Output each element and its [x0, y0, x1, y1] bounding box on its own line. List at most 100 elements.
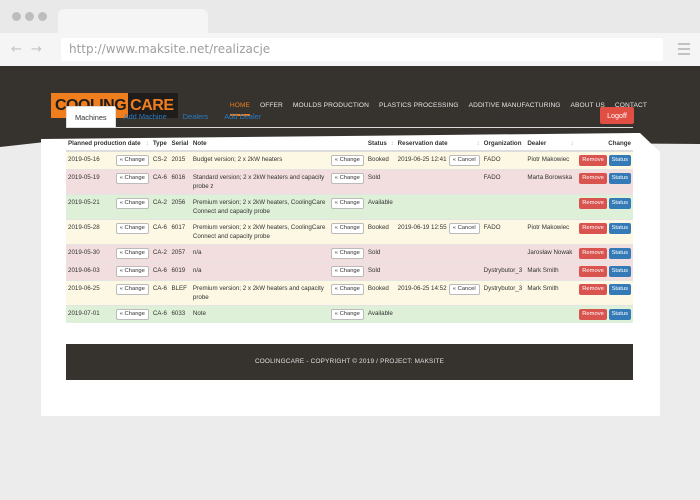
col-dealer[interactable]: Dealer ↕ [525, 137, 576, 152]
col-reservation-date[interactable]: Reservation date ↕ [395, 137, 482, 152]
cell-note: « Change Standard version; 2 x 2kW heater… [190, 169, 366, 195]
status-button[interactable]: Status [608, 173, 631, 184]
cell-status: Sold [365, 169, 396, 195]
col-serial[interactable]: Serial [169, 137, 191, 152]
browser-toolbar: ← → http://www.maksite.net/realizacje [0, 33, 700, 66]
cell-reservation: 2019-06-19 12:55 « Cancel [395, 219, 482, 245]
cell-type: CA-6 [150, 280, 170, 306]
change-note-button[interactable]: « Change [330, 173, 364, 184]
cancel-reservation-button[interactable]: « Cancel [448, 155, 480, 166]
cell-organization: FADO [481, 150, 526, 170]
remove-button[interactable]: Remove [579, 309, 607, 320]
cell-note: « Change n/a [190, 244, 366, 263]
menu-icon[interactable] [678, 43, 690, 58]
cell-dealer: Jarosław Nowak [525, 244, 576, 263]
cell-serial: 2015 [169, 150, 191, 170]
remove-button[interactable]: Remove [579, 248, 607, 259]
change-note-button[interactable]: « Change [330, 248, 364, 259]
browser-tab[interactable] [58, 9, 208, 33]
change-date-button[interactable]: « Change [115, 198, 149, 209]
status-button[interactable]: Status [608, 223, 631, 234]
logoff-button[interactable]: Logoff [600, 107, 634, 124]
cell-organization [481, 194, 526, 220]
cell-reservation [395, 244, 482, 263]
cell-status: Booked [365, 150, 396, 170]
status-button[interactable]: Status [608, 309, 631, 320]
remove-button[interactable]: Remove [579, 155, 607, 166]
note-value: Premium version; 2 x 2kW heaters and cap… [192, 285, 324, 301]
change-date-button[interactable]: « Change [115, 266, 149, 277]
machines-table: Planned production date ↕ Type Serial Not… [66, 137, 633, 323]
col-status[interactable]: Status ↕ [365, 137, 396, 152]
col-organization[interactable]: Organization [481, 137, 526, 152]
status-button[interactable]: Status [608, 198, 631, 209]
change-date-button[interactable]: « Change [115, 173, 149, 184]
status-button[interactable]: Status [608, 248, 631, 259]
col-label: Organization [483, 140, 522, 147]
cell-date: 2019-06-03 « Change [66, 262, 151, 281]
tab-dealers[interactable]: Dealers [175, 106, 216, 128]
cell-actions: Remove Status [575, 150, 633, 170]
cell-note: « Change Premium version; 2 x 2kW heaters… [190, 280, 366, 306]
address-bar[interactable]: http://www.maksite.net/realizacje [61, 38, 663, 61]
status-button[interactable]: Status [608, 284, 631, 295]
browser-titlebar [0, 0, 700, 33]
change-note-button[interactable]: « Change [330, 309, 364, 320]
change-date-button[interactable]: « Change [115, 284, 149, 295]
remove-button[interactable]: Remove [579, 284, 607, 295]
change-date-button[interactable]: « Change [115, 248, 149, 259]
nav-plastics-processing[interactable]: PLASTICS PROCESSING [379, 102, 459, 116]
date-value: 2019-05-19 [68, 174, 100, 181]
remove-button[interactable]: Remove [579, 266, 607, 277]
nav-moulds-production[interactable]: MOULDS PRODUCTION [293, 102, 369, 116]
sort-icon[interactable]: ↕ [477, 140, 480, 147]
cell-status: Sold [365, 244, 396, 263]
cell-status: Available [365, 305, 396, 323]
cell-reservation: 2019-06-25 14:52 « Cancel [395, 280, 482, 306]
back-arrow-icon[interactable]: ← [11, 42, 22, 57]
remove-button[interactable]: Remove [579, 198, 607, 209]
change-note-button[interactable]: « Change [330, 266, 364, 277]
col-label: Planned production date [68, 140, 141, 147]
change-note-button[interactable]: « Change [330, 155, 364, 166]
col-label: Serial [171, 140, 189, 147]
remove-button[interactable]: Remove [579, 173, 607, 184]
col-label: Change [608, 140, 631, 147]
col-note[interactable]: Note [190, 137, 366, 152]
forward-arrow-icon[interactable]: → [31, 42, 42, 57]
cell-serial: 2057 [169, 244, 191, 263]
cell-type: CA-6 [150, 305, 170, 323]
status-button[interactable]: Status [608, 155, 631, 166]
cell-organization: FADO [481, 169, 526, 195]
change-date-button[interactable]: « Change [115, 223, 149, 234]
date-value: 2019-05-30 [68, 249, 100, 256]
tab-add-dealer[interactable]: Add Dealer [216, 106, 269, 128]
remove-button[interactable]: Remove [579, 223, 607, 234]
change-note-button[interactable]: « Change [330, 198, 364, 209]
col-type[interactable]: Type [150, 137, 170, 152]
tab-add-machine[interactable]: Add Machine [116, 106, 175, 128]
change-date-button[interactable]: « Change [115, 155, 149, 166]
cancel-reservation-button[interactable]: « Cancel [448, 284, 480, 295]
cell-serial: 6016 [169, 169, 191, 195]
cell-reservation: 2019-06-25 12:41 « Cancel [395, 150, 482, 170]
col-planned-date[interactable]: Planned production date ↕ [66, 137, 151, 152]
cell-actions: Remove Status [575, 194, 633, 220]
change-note-button[interactable]: « Change [330, 223, 364, 234]
table-row: 2019-06-25 « Change CA-6 BLEF « Change Premi… [66, 280, 633, 306]
window-minimize-dot[interactable] [25, 12, 34, 21]
col-label: Reservation date [397, 140, 448, 147]
change-note-button[interactable]: « Change [330, 284, 364, 295]
note-value: Note [192, 310, 206, 317]
sort-icon[interactable]: ↕ [146, 140, 149, 147]
tab-machines[interactable]: Machines [66, 106, 116, 128]
sort-icon[interactable]: ↕ [571, 140, 574, 147]
window-maximize-dot[interactable] [38, 12, 47, 21]
cancel-reservation-button[interactable]: « Cancel [448, 223, 480, 234]
status-button[interactable]: Status [608, 266, 631, 277]
col-label: Status [367, 140, 387, 147]
sort-icon[interactable]: ↕ [391, 140, 394, 147]
cell-date: 2019-05-30 « Change [66, 244, 151, 263]
change-date-button[interactable]: « Change [115, 309, 149, 320]
window-close-dot[interactable] [12, 12, 21, 21]
